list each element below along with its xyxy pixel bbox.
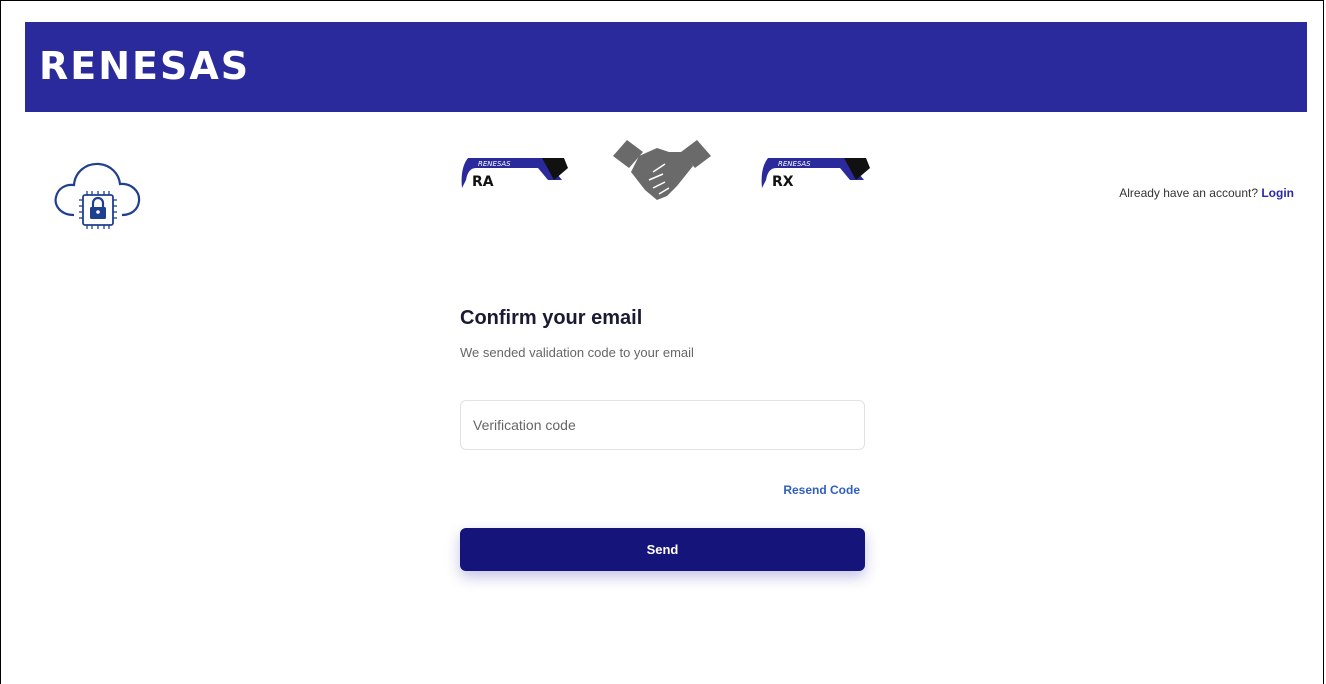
- top-header-bar: RENESAS: [25, 22, 1307, 112]
- handshake-icon: [613, 140, 711, 200]
- ra-badge-name: RA: [472, 174, 494, 190]
- renesas-logo: RENESAS: [39, 44, 251, 88]
- login-prompt: Already have an account? Login: [1119, 186, 1294, 200]
- resend-code-link[interactable]: Resend Code: [783, 483, 860, 497]
- send-button[interactable]: Send: [460, 528, 865, 571]
- cloud-lock-chip-icon: [54, 162, 141, 229]
- renesas-rx-badge: RENESAS RX: [761, 158, 870, 190]
- verification-code-input[interactable]: [460, 400, 865, 450]
- renesas-ra-badge: RENESAS RA: [461, 158, 568, 190]
- rx-badge-maker: RENESAS: [778, 160, 811, 168]
- login-prompt-text: Already have an account?: [1119, 186, 1258, 200]
- rx-badge-name: RX: [772, 174, 794, 190]
- page-title: Confirm your email: [460, 307, 643, 329]
- page-subtitle: We sended validation code to your email: [460, 345, 694, 360]
- login-link[interactable]: Login: [1261, 186, 1294, 200]
- ra-badge-maker: RENESAS: [478, 160, 511, 168]
